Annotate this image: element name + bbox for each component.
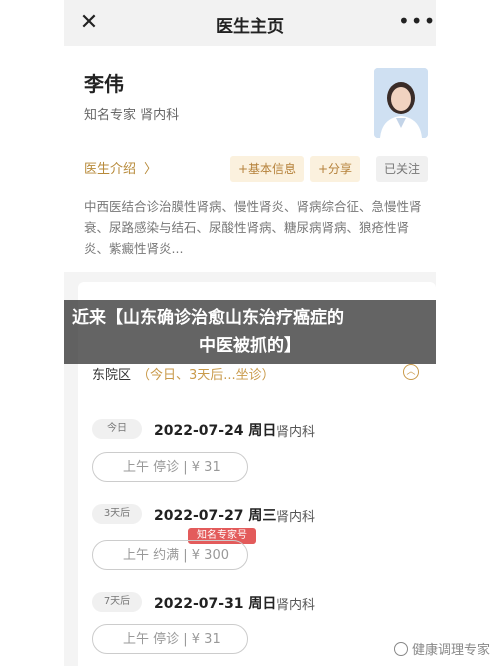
time-slot-button[interactable]: 上午 停诊 | ¥ 31 bbox=[92, 624, 248, 654]
campus-schedule-summary: （今日、3天后...坐诊） bbox=[137, 368, 275, 383]
doctor-title: 知名专家 肾内科 bbox=[84, 108, 180, 123]
collapse-icon[interactable]: ︿ bbox=[403, 364, 419, 380]
doctor-name: 李伟 bbox=[84, 72, 124, 96]
day-badge: 3天后 bbox=[92, 504, 142, 524]
intro-label: 医生介绍 bbox=[84, 162, 137, 177]
doctor-card: 李伟 知名专家 肾内科 医生介绍〉 +基本信息 +分享 已关注 中西医结合诊治膜… bbox=[64, 46, 436, 272]
followed-button[interactable]: 已关注 bbox=[376, 156, 429, 182]
watermark: 健康调理专家 bbox=[393, 639, 490, 658]
day-department: 肾内科 bbox=[276, 510, 316, 525]
doctor-intro-link[interactable]: 医生介绍〉 bbox=[84, 158, 157, 177]
day-badge: 今日 bbox=[92, 419, 142, 439]
day-date: 2022-07-24 周日 bbox=[154, 423, 277, 439]
avatar-portrait-icon bbox=[374, 68, 428, 138]
watermark-logo-icon bbox=[393, 642, 408, 656]
page-title: 医生主页 bbox=[216, 17, 284, 37]
top-bar: ✕ 医生主页 ••• bbox=[64, 0, 436, 46]
chevron-right-icon: 〉 bbox=[144, 162, 158, 177]
doctor-avatar bbox=[374, 68, 428, 138]
specialty-text: 中西医结合诊治膜性肾病、慢性肾炎、肾病综合征、急慢性肾衰、尿路感染与结石、尿酸性… bbox=[84, 199, 422, 256]
caption-line-1: 近来【山东确诊治愈山东治疗癌症的 bbox=[72, 308, 344, 328]
campus-name: 东院区 bbox=[92, 368, 132, 383]
campus-row: 东院区 （今日、3天后...坐诊） bbox=[92, 364, 275, 383]
day-department: 肾内科 bbox=[276, 425, 316, 440]
day-date: 2022-07-27 周三 bbox=[154, 508, 277, 524]
more-icon[interactable]: ••• bbox=[398, 8, 435, 34]
basic-info-button[interactable]: +基本信息 bbox=[230, 156, 305, 182]
share-button[interactable]: +分享 bbox=[310, 156, 361, 182]
overlay-caption: 近来【山东确诊治愈山东治疗癌症的 中医被抓的】 bbox=[64, 300, 436, 364]
day-date: 2022-07-31 周日 bbox=[154, 596, 277, 612]
day-badge: 7天后 bbox=[92, 592, 142, 612]
time-slot-button[interactable]: 上午 停诊 | ¥ 31 bbox=[92, 452, 248, 482]
watermark-text: 健康调理专家 bbox=[411, 643, 490, 658]
caption-line-2: 中医被抓的】 bbox=[199, 336, 301, 356]
day-department: 肾内科 bbox=[276, 598, 316, 613]
time-slot-button[interactable]: 上午 约满 | ¥ 300 bbox=[92, 540, 248, 570]
